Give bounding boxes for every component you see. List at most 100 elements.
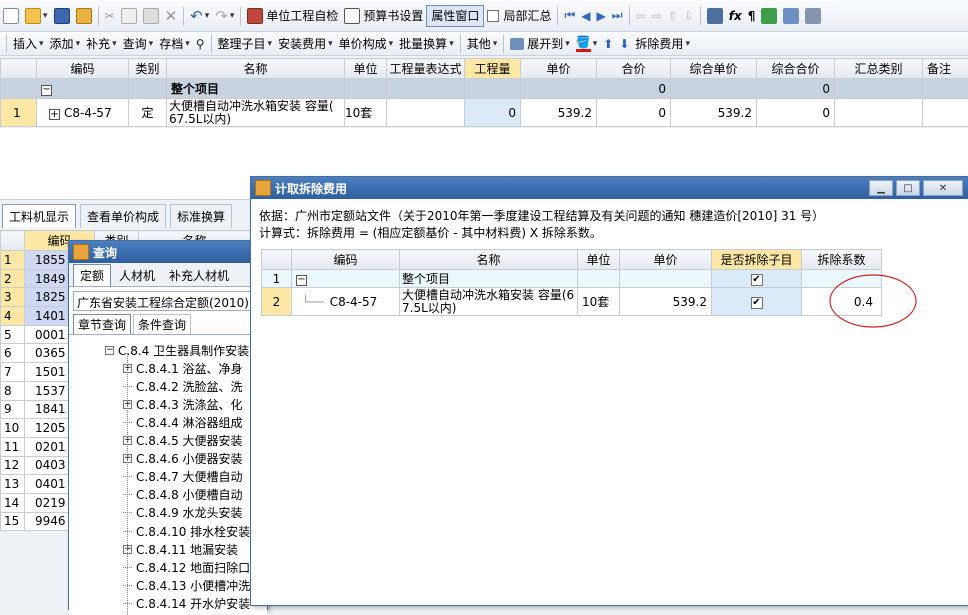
collapse-icon[interactable]: −	[296, 275, 307, 286]
row-index[interactable]: 5	[1, 325, 25, 344]
maximize-button[interactable]: □	[896, 180, 920, 196]
tab-supplement[interactable]: 补充人材机	[163, 265, 235, 286]
price-cell[interactable]: 539.2	[521, 99, 597, 127]
tree-node[interactable]: +C.8.4.1 浴盆、净身	[123, 359, 243, 377]
tab-labor-material[interactable]: 人材机	[111, 265, 163, 286]
table-row[interactable]: 1 +C8-4-57 定 大便槽自动冲洗水箱安装 容量(67.5L以内) 10套…	[1, 99, 968, 127]
tab-standard-convert[interactable]: 标准换算	[170, 204, 232, 228]
col-header[interactable]: 单位	[578, 250, 620, 270]
category-cell[interactable]	[835, 99, 923, 127]
tree-node[interactable]: C.8.4.13 小便槽冲洗	[123, 576, 250, 594]
move-left-button[interactable]: ⇦	[633, 5, 649, 27]
row-index[interactable]: 10	[1, 419, 25, 438]
project-name[interactable]: 整个项目	[167, 79, 345, 99]
dismantle-check-cell[interactable]: ✔	[712, 270, 802, 288]
col-header[interactable]: 工程量	[465, 59, 521, 79]
minimize-button[interactable]: ▁	[869, 180, 893, 196]
partial-summary-checkbox[interactable]	[487, 10, 499, 22]
batch-convert-menu[interactable]: 批量换算	[396, 33, 457, 55]
col-header[interactable]: 综合合价	[757, 59, 835, 79]
col-header[interactable]: 拆除系数	[802, 250, 882, 270]
calculator-button[interactable]	[704, 5, 726, 27]
name-cell[interactable]: 大便槽自动冲洗水箱安装 容量(67.5L以内)	[167, 99, 345, 127]
move-down-button[interactable]: ⇩	[681, 5, 697, 27]
tab-material-view[interactable]: 工料机显示	[2, 204, 76, 228]
tree-node[interactable]: C.8.4.2 洗脸盆、洗	[123, 377, 243, 395]
row-index[interactable]: 8	[1, 381, 25, 400]
close-button[interactable]: ✕	[923, 180, 963, 196]
tab-quota[interactable]: 定额	[73, 264, 111, 286]
cube-button[interactable]	[758, 5, 780, 27]
col-header[interactable]: 备注	[923, 59, 968, 79]
row-index[interactable]: 11	[1, 437, 25, 456]
last-button[interactable]: ⏭	[609, 5, 626, 27]
col-header[interactable]: 综合单价	[671, 59, 757, 79]
qty-cell[interactable]: 0	[465, 99, 521, 127]
cut-button[interactable]: ✂	[102, 5, 118, 27]
unit-price-comp-menu[interactable]: 单价构成	[336, 33, 397, 55]
move-up-button[interactable]: ⇧	[665, 5, 681, 27]
tree-node[interactable]: +C.8.4.3 洗涤盆、化	[123, 395, 243, 413]
row-index[interactable]: 12	[1, 456, 25, 475]
first-button[interactable]: ⏮	[561, 5, 578, 27]
col-header[interactable]: 工程量表达式	[387, 59, 465, 79]
name-cell[interactable]: 大便槽自动冲洗水箱安装 容量(67.5L以内)	[400, 288, 578, 316]
type-cell[interactable]: 定	[129, 99, 167, 127]
find-button[interactable]: ⚲	[193, 33, 208, 55]
property-window-button[interactable]: 属性窗口	[426, 5, 484, 27]
undo-button[interactable]: ↶	[187, 5, 212, 27]
expr-cell[interactable]	[387, 99, 465, 127]
add-menu[interactable]: 添加	[47, 33, 84, 55]
col-header[interactable]: 名称	[400, 250, 578, 270]
supplement-menu[interactable]: 补充	[83, 33, 120, 55]
move-up-row-button[interactable]: ⬆	[600, 33, 616, 55]
row-index[interactable]: 9	[1, 400, 25, 419]
dismantle-check-cell[interactable]: ✔	[712, 288, 802, 316]
quota-book-select[interactable]: 广东省安装工程综合定额(2010)	[73, 291, 263, 311]
dismantle-fee-menu[interactable]: 拆除费用	[632, 33, 693, 55]
move-right-button[interactable]: ⇨	[649, 5, 665, 27]
collapse-icon[interactable]: −	[41, 85, 52, 96]
row-index[interactable]: 2	[1, 269, 25, 288]
tree-node[interactable]: C.8.4.12 地面扫除口	[123, 558, 250, 576]
dismantle-checkbox[interactable]: ✔	[751, 274, 763, 286]
fill-color-button[interactable]: 🪣	[573, 33, 600, 55]
tree-node[interactable]: +C.8.4.6 小便器安装	[123, 450, 243, 468]
organize-sub-menu[interactable]: 整理子目	[215, 33, 276, 55]
row-index[interactable]: 14	[1, 493, 25, 512]
row-index[interactable]: 7	[1, 363, 25, 382]
delete-button[interactable]: ✕	[162, 5, 181, 27]
col-header[interactable]: 单价	[521, 59, 597, 79]
save-menu[interactable]: 存档	[156, 33, 193, 55]
col-header[interactable]: 是否拆除子目	[712, 250, 802, 270]
partial-summary-toggle[interactable]: 局部汇总	[484, 5, 554, 27]
unit-cell[interactable]: 10套	[345, 99, 387, 127]
row-index[interactable]: 3	[1, 288, 25, 307]
row-index[interactable]: 13	[1, 475, 25, 494]
copy-button[interactable]	[118, 5, 140, 27]
row-index[interactable]: 1	[1, 251, 25, 270]
col-header[interactable]: 名称	[167, 59, 345, 79]
redo-button[interactable]: ↷	[212, 5, 237, 27]
tree-node[interactable]: +C.8.4.5 大便器安装	[123, 432, 243, 450]
code-cell[interactable]: +C8-4-57	[37, 99, 129, 127]
tree-node[interactable]: C.8.4.8 小便槽自动	[123, 486, 243, 504]
tree-node[interactable]: C.8.4.14 开水炉安装	[123, 594, 250, 612]
expand-icon[interactable]: +	[49, 109, 60, 120]
name-cell[interactable]: 整个项目	[400, 270, 578, 288]
other-menu[interactable]: 其他	[464, 33, 501, 55]
table-row[interactable]: 2 └──C8-4-57 大便槽自动冲洗水箱安装 容量(67.5L以内) 10套…	[262, 288, 882, 316]
code-cell[interactable]: −	[292, 270, 400, 288]
summary-row[interactable]: − 整个项目 0 0	[1, 79, 968, 99]
report-button[interactable]	[780, 5, 802, 27]
row-index[interactable]: 15	[1, 512, 25, 531]
dismantle-checkbox[interactable]: ✔	[751, 297, 763, 309]
col-header[interactable]: 类别	[129, 59, 167, 79]
col-header[interactable]: 汇总类别	[835, 59, 923, 79]
prev-button[interactable]: ◀	[578, 5, 593, 27]
open-button[interactable]	[22, 5, 51, 27]
save-button[interactable]	[51, 5, 73, 27]
insert-menu[interactable]: 插入	[10, 33, 47, 55]
row-index[interactable]: 1	[1, 99, 37, 127]
install-fee-menu[interactable]: 安装费用	[275, 33, 336, 55]
